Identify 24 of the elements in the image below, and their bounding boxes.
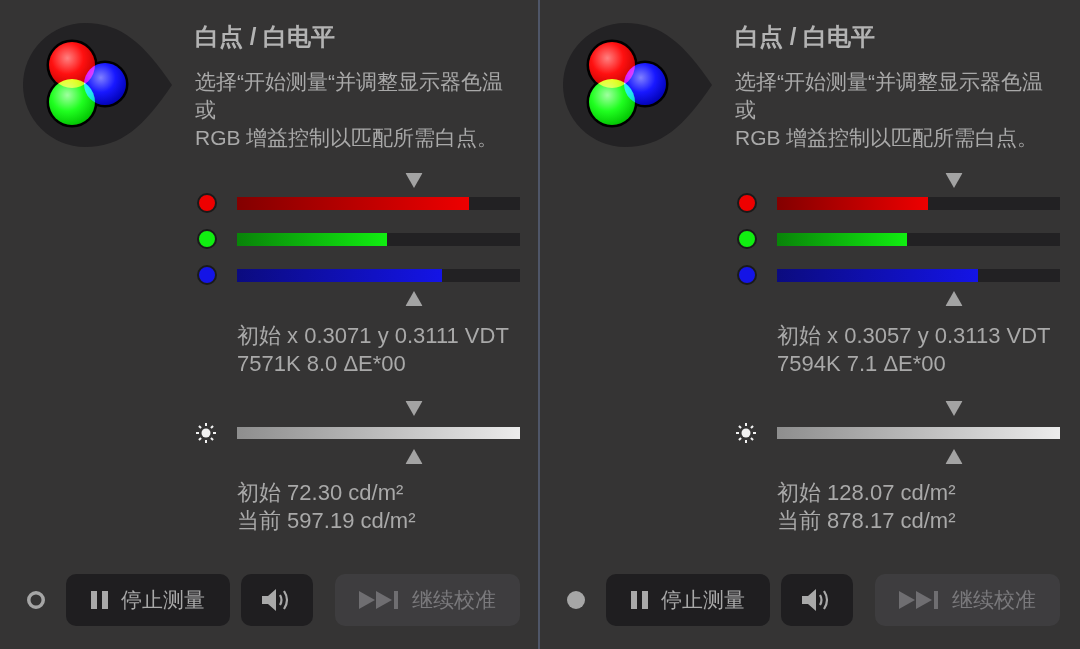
sound-button[interactable]	[241, 574, 313, 626]
chromaticity-reading: 7594K 7.1 ΔE*00	[777, 350, 947, 378]
sound-button[interactable]	[781, 574, 853, 626]
sun-icon	[735, 422, 757, 444]
pause-icon	[91, 591, 108, 609]
section-title: 白点 / 白电平	[735, 23, 876, 51]
chromaticity-reading: 7571K 8.0 ΔE*00	[237, 350, 407, 378]
section-title: 白点 / 白电平	[195, 23, 336, 51]
rgb-circles-icon	[562, 22, 712, 148]
luminance-reading: 当前 597.19 cd/m²	[237, 507, 417, 535]
sun-icon	[195, 422, 217, 444]
stop-measure-button[interactable]: 停止测量	[66, 574, 230, 626]
rgb-circles-icon	[22, 22, 172, 148]
skip-forward-icon	[359, 591, 399, 609]
instruction-text: 选择“开始测量“并调整显示器色温 或 RGB 增益控制以匹配所需白点。	[195, 69, 504, 151]
luminance-reading: 初始 128.07 cd/m²	[777, 479, 957, 507]
luminance-reading: 初始 72.30 cd/m²	[237, 479, 405, 507]
chromaticity-reading: 初始 x 0.3057 y 0.3113 VDT	[777, 322, 1052, 350]
chromaticity-reading: 初始 x 0.3071 y 0.3111 VDT	[237, 322, 510, 350]
instruction-text: 选择“开始测量“并调整显示器色温 或 RGB 增益控制以匹配所需白点。	[735, 69, 1044, 151]
luminance-reading: 当前 878.17 cd/m²	[777, 507, 957, 535]
stop-measure-button[interactable]: 停止测量	[606, 574, 770, 626]
pause-icon	[631, 591, 648, 609]
skip-forward-icon	[899, 591, 939, 609]
